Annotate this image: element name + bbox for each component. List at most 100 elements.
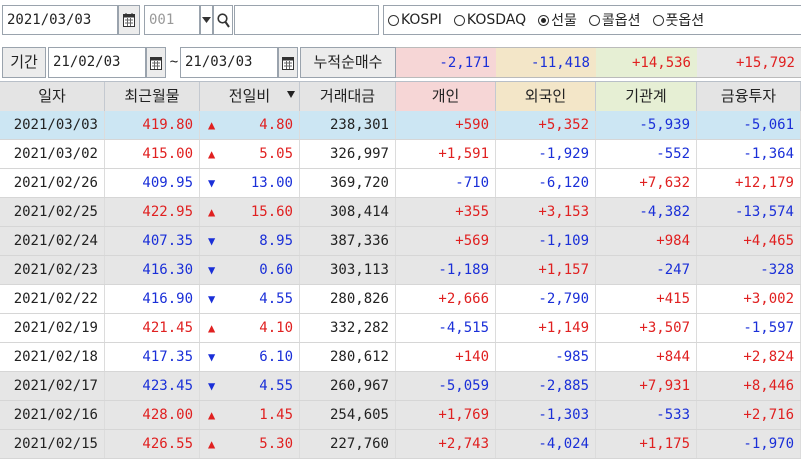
- cell-date: 2021/02/18: [0, 343, 105, 371]
- cell-change-value: 4.10: [259, 320, 293, 336]
- cell-price-value: 407.35: [142, 233, 193, 249]
- search-input[interactable]: [234, 5, 379, 35]
- cell-amount: 227,760: [300, 430, 396, 458]
- cell-amount: 254,605: [300, 401, 396, 429]
- cell-price: 426.55: [105, 430, 200, 458]
- radio-option-0[interactable]: KOSPI: [388, 12, 442, 28]
- arrow-up-icon: ▲: [208, 147, 216, 161]
- cell-change-value: 6.10: [259, 349, 293, 365]
- column-header-label: 거래대금: [319, 87, 376, 105]
- cell-date: 2021/03/02: [0, 140, 105, 168]
- cell-date-value: 2021/03/03: [13, 117, 98, 133]
- calendar-button[interactable]: [118, 5, 140, 35]
- start-date-input[interactable]: 21/02/03: [48, 47, 146, 78]
- cell-financial-investment: -13,574: [697, 198, 801, 226]
- table-row[interactable]: 2021/02/26 409.95 ▼ 13.00 369,720 -710 -6,120 +…: [0, 169, 801, 198]
- cell-institution: +3,507: [596, 314, 697, 342]
- cell-foreign-value: -985: [555, 349, 589, 365]
- table-row[interactable]: 2021/02/17 423.45 ▼ 4.55 260,967 -5,059 -2,885…: [0, 372, 801, 401]
- cell-amount: 260,967: [300, 372, 396, 400]
- arrow-up-icon: ▲: [208, 437, 216, 451]
- cell-price-value: 417.35: [142, 349, 193, 365]
- cell-individual-value: -1,189: [438, 262, 489, 278]
- cell-individual: +355: [396, 198, 496, 226]
- arrow-up-icon: ▲: [208, 408, 216, 422]
- table-row[interactable]: 2021/02/23 416.30 ▼ 0.60 303,113 -1,189 +1,157…: [0, 256, 801, 285]
- cell-financial-investment: +2,824: [697, 343, 801, 371]
- calendar-icon: [150, 56, 162, 70]
- radio-circle[interactable]: [453, 14, 465, 26]
- cell-foreign: -4,024: [496, 430, 596, 458]
- cell-date-value: 2021/02/17: [13, 378, 98, 394]
- column-header-7[interactable]: 금융투자: [697, 82, 801, 111]
- cell-price: 407.35: [105, 227, 200, 255]
- radio-option-4[interactable]: 풋옵션: [652, 10, 704, 30]
- cell-individual: -5,059: [396, 372, 496, 400]
- cell-institution-value: +7,931: [639, 378, 690, 394]
- column-header-1[interactable]: 최근월물: [105, 82, 200, 111]
- column-header-2[interactable]: 전일비: [200, 82, 300, 111]
- column-header-6[interactable]: 기관계: [596, 82, 697, 111]
- cell-financial-investment: +12,179: [697, 169, 801, 197]
- end-date-input[interactable]: 21/03/03: [180, 47, 278, 78]
- arrow-down-icon: ▼: [208, 379, 216, 393]
- cell-date: 2021/02/24: [0, 227, 105, 255]
- radio-label: 선물: [551, 13, 577, 29]
- cell-financial-investment: -1,364: [697, 140, 801, 168]
- cell-individual: -1,189: [396, 256, 496, 284]
- cell-financial-investment-value: +8,446: [743, 378, 794, 394]
- cell-price-value: 422.95: [142, 204, 193, 220]
- cell-change: ▼ 4.55: [200, 285, 300, 313]
- table-row[interactable]: 2021/02/22 416.90 ▼ 4.55 280,826 +2,666 -2,790…: [0, 285, 801, 314]
- cell-change: ▼ 6.10: [200, 343, 300, 371]
- cell-date: 2021/02/25: [0, 198, 105, 226]
- cell-price: 419.80: [105, 111, 200, 139]
- code-input[interactable]: 001: [144, 5, 200, 35]
- code-dropdown-button[interactable]: [200, 5, 213, 35]
- cumulative-value-1: -11,418: [496, 47, 596, 78]
- cell-change-value: 4.55: [259, 291, 293, 307]
- cell-price: 409.95: [105, 169, 200, 197]
- radio-option-2[interactable]: 선물: [538, 10, 577, 30]
- date-input[interactable]: 2021/03/03: [2, 5, 118, 35]
- cell-price-value: 426.55: [142, 436, 193, 452]
- column-header-3[interactable]: 거래대금: [300, 82, 396, 111]
- radio-option-1[interactable]: KOSDAQ: [453, 12, 526, 28]
- cell-foreign: +1,157: [496, 256, 596, 284]
- start-calendar-button[interactable]: [146, 47, 166, 78]
- cell-foreign-value: -2,885: [538, 378, 589, 394]
- cell-price-value: 416.90: [142, 291, 193, 307]
- cell-institution: +7,632: [596, 169, 697, 197]
- cell-change-value: 0.60: [259, 262, 293, 278]
- radio-option-3[interactable]: 콜옵션: [588, 10, 641, 30]
- search-button[interactable]: [213, 5, 233, 35]
- radio-circle[interactable]: [388, 14, 399, 26]
- column-header-0[interactable]: 일자: [0, 82, 105, 111]
- cell-price-value: 416.30: [142, 262, 193, 278]
- cell-change-value: 1.45: [259, 407, 293, 423]
- cell-financial-investment: +3,002: [697, 285, 801, 313]
- table-row[interactable]: 2021/03/03 419.80 ▲ 4.80 238,301 +590 +5,352 -5…: [0, 111, 801, 140]
- radio-circle[interactable]: [652, 14, 664, 26]
- table-row[interactable]: 2021/02/25 422.95 ▲ 15.60 308,414 +355 +3,153 -…: [0, 198, 801, 227]
- table-row[interactable]: 2021/02/24 407.35 ▼ 8.95 387,336 +569 -1,109 +9…: [0, 227, 801, 256]
- cell-institution-value: -247: [656, 262, 690, 278]
- calendar-icon: [123, 13, 135, 27]
- cell-financial-investment: -5,061: [697, 111, 801, 139]
- sort-down-icon[interactable]: [287, 91, 295, 98]
- table-row[interactable]: 2021/03/02 415.00 ▲ 5.05 326,997 +1,591 -1,929…: [0, 140, 801, 169]
- table-row[interactable]: 2021/02/16 428.00 ▲ 1.45 254,605 +1,769 -1,303…: [0, 401, 801, 430]
- column-header-4[interactable]: 개인: [396, 82, 496, 111]
- end-calendar-button[interactable]: [278, 47, 298, 78]
- table-row[interactable]: 2021/02/15 426.55 ▲ 5.30 227,760 +2,743 -4,024…: [0, 430, 801, 459]
- cell-financial-investment: +4,465: [697, 227, 801, 255]
- cell-institution-value: +1,175: [639, 436, 690, 452]
- cell-amount-value: 280,826: [329, 291, 389, 307]
- table-row[interactable]: 2021/02/19 421.45 ▲ 4.10 332,282 -4,515 +1,149…: [0, 314, 801, 343]
- radio-circle[interactable]: [588, 14, 600, 26]
- table-row[interactable]: 2021/02/18 417.35 ▼ 6.10 280,612 +140 -985 +844…: [0, 343, 801, 372]
- column-header-label: 일자: [38, 87, 66, 105]
- radio-circle[interactable]: [538, 14, 550, 26]
- column-header-5[interactable]: 외국인: [496, 82, 596, 111]
- cell-individual-value: -710: [455, 175, 489, 191]
